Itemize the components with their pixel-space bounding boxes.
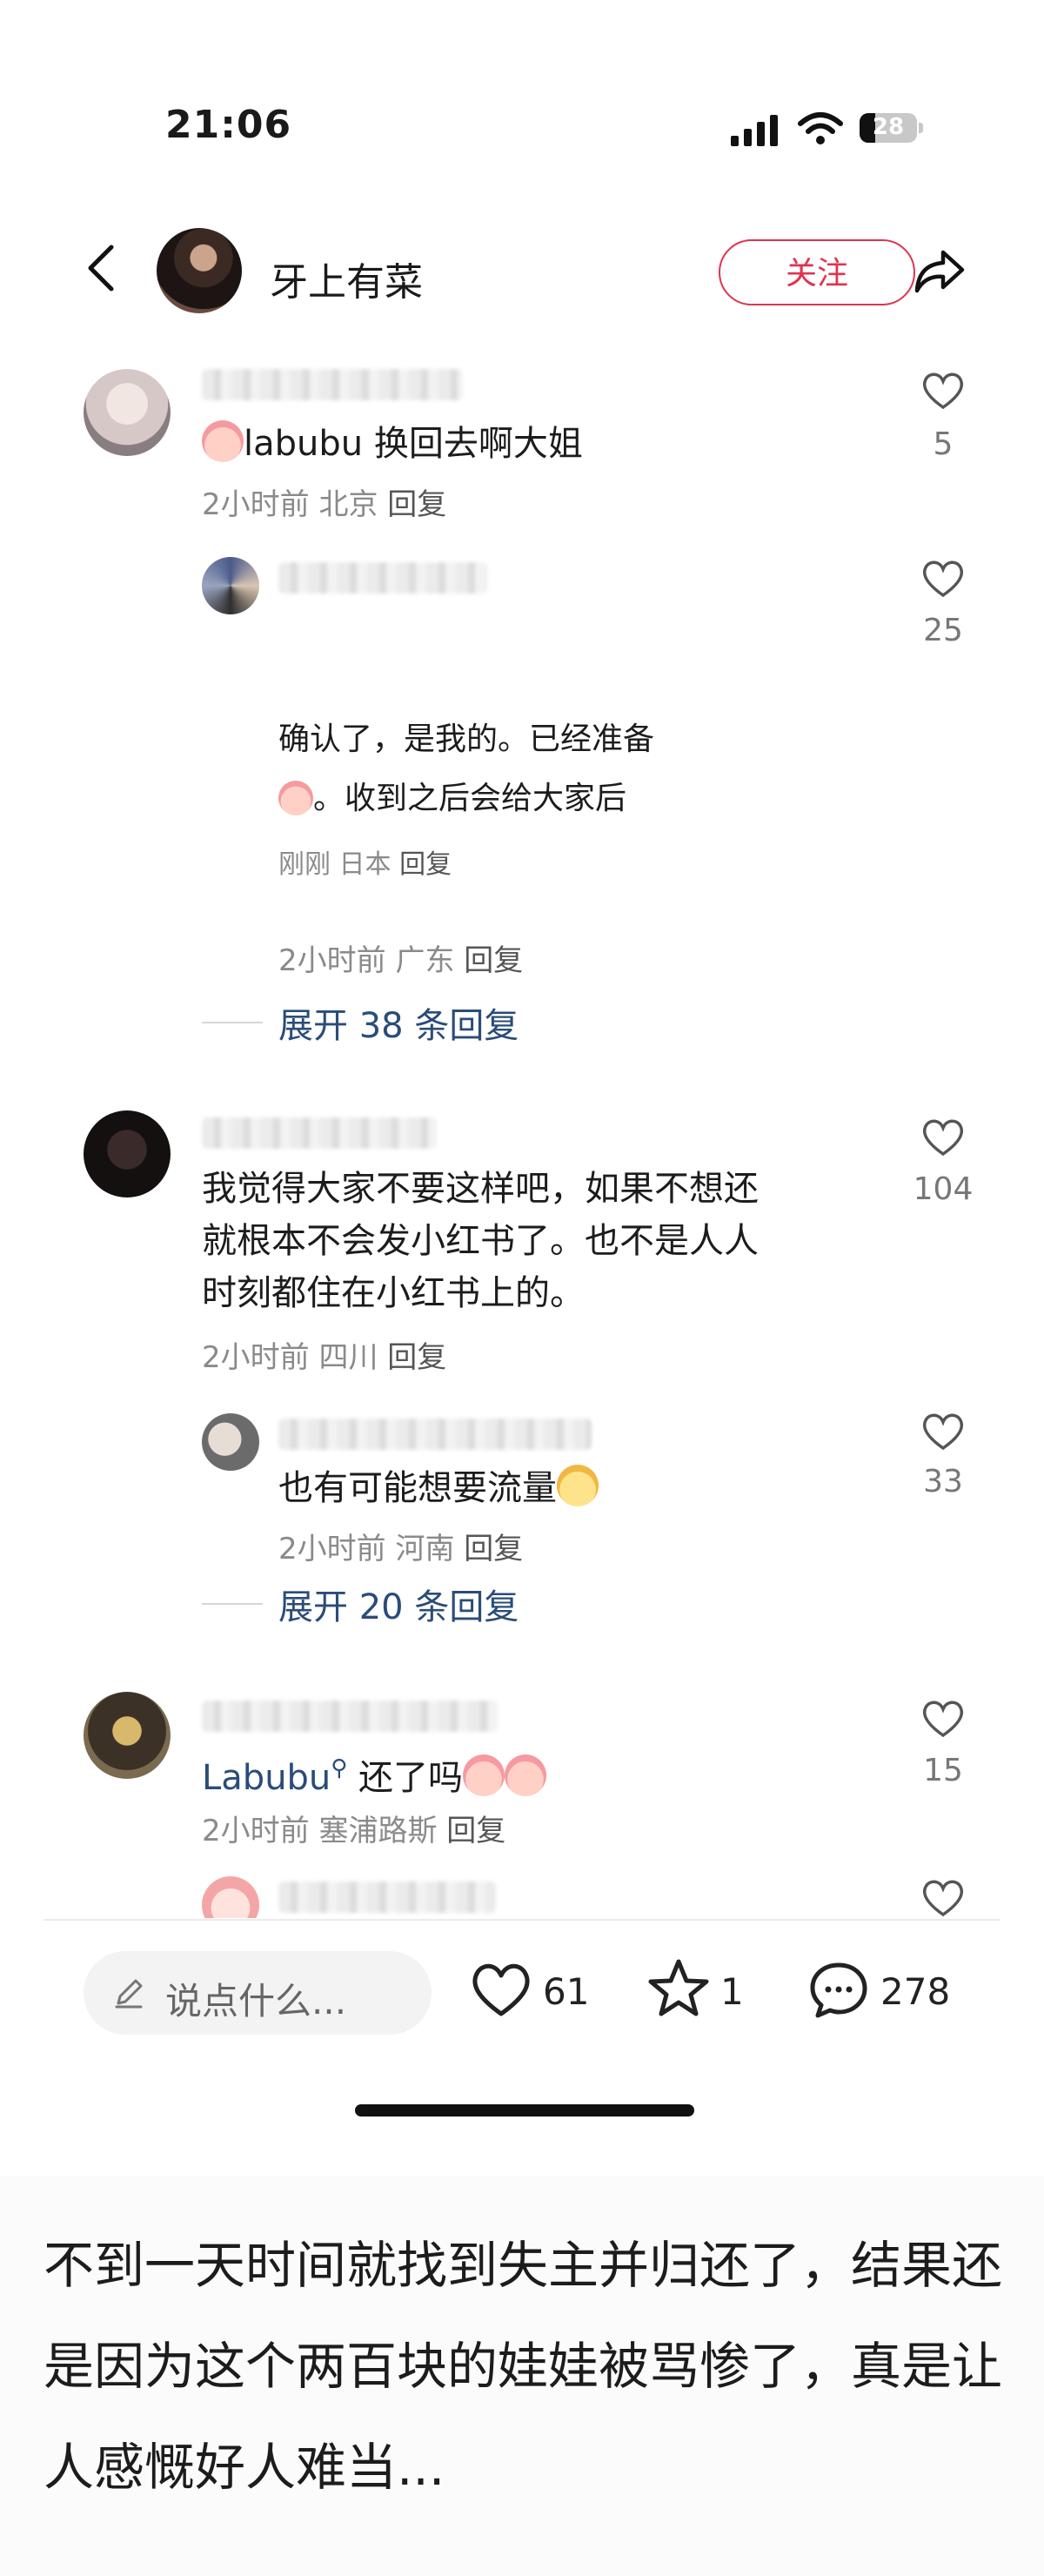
crying-emoji-icon: [202, 420, 244, 462]
heart-icon[interactable]: [920, 369, 966, 411]
quoted-image[interactable]: 确认了，是我的。已经准备 。收到之后会给大家后 刚刚 日本 回复: [278, 714, 670, 888]
pencil-icon: [115, 1979, 143, 2009]
crying-emoji-icon: [505, 1754, 547, 1796]
reply-location: 广东: [395, 943, 455, 978]
cellular-signal-icon: [731, 115, 780, 146]
comment-location: 塞浦路斯: [318, 1814, 438, 1848]
comment-meta: 2小时前 塞浦路斯 回复: [202, 1807, 505, 1849]
battery-level: 28: [872, 114, 905, 140]
back-arrow-icon[interactable]: [84, 244, 118, 292]
smiling-emoji-icon: [557, 1465, 599, 1506]
like-heart-icon[interactable]: [470, 1960, 532, 2019]
comment-time: 2小时前: [202, 1340, 310, 1375]
commenter-avatar[interactable]: [84, 369, 171, 456]
home-indicator[interactable]: [355, 2104, 694, 2116]
replier-avatar[interactable]: [202, 557, 259, 614]
author-avatar[interactable]: [157, 228, 242, 313]
reply-button[interactable]: 回复: [387, 1340, 446, 1375]
comment-meta: 2小时前 北京 回复: [202, 480, 446, 523]
comment-time: 2小时前: [202, 487, 310, 522]
comment-location: 四川: [318, 1340, 378, 1375]
comment-text-line: 就根本不会发小红书了。也不是人人: [202, 1221, 759, 1261]
heart-icon[interactable]: [920, 1697, 966, 1739]
status-time: 21:06: [165, 103, 292, 147]
battery-cap: [919, 123, 923, 133]
expand-divider: [202, 1022, 263, 1023]
comment-body: labubu 换回去啊大姐: [244, 424, 583, 464]
comment-bubble-icon[interactable]: [807, 1960, 870, 2019]
crying-emoji-icon: [463, 1754, 505, 1796]
phone-screen: 21:06 28 牙上有菜 关注 labubu 换回去啊大姐 2小时前 北京 回…: [0, 0, 1044, 2176]
author-name[interactable]: 牙上有菜: [270, 251, 423, 306]
replier-avatar[interactable]: [202, 1413, 259, 1471]
commenter-name-blurred[interactable]: [202, 1701, 498, 1732]
comment-text: labubu 换回去啊大姐: [202, 418, 583, 470]
article-caption: 不到一天时间就找到失主并归还了，结果还是因为这个两百块的娃娃被骂惨了，真是让人感…: [44, 2236, 1003, 2497]
expand-replies-button[interactable]: 展开 38 条回复: [278, 997, 519, 1048]
quoted-meta: 刚刚 日本 回复: [278, 842, 452, 881]
battery-icon: 28: [860, 113, 917, 143]
comment-location: 北京: [318, 487, 378, 522]
comment-count[interactable]: 278: [880, 1970, 950, 2013]
like-count: 5: [933, 426, 954, 462]
wifi-icon: [798, 112, 843, 144]
commenter-avatar[interactable]: [84, 1110, 171, 1197]
reply-text: 也有可能想要流量: [278, 1462, 599, 1514]
comment-text-line: 时刻都住在小红书上的。: [202, 1273, 585, 1313]
reply-button[interactable]: 回复: [446, 1814, 505, 1848]
commenter-name-blurred[interactable]: [202, 1117, 437, 1149]
heart-icon[interactable]: [920, 557, 966, 599]
comment-time: 2小时前: [202, 1814, 310, 1848]
expand-replies-button[interactable]: 展开 20 条回复: [278, 1579, 519, 1629]
quoted-line-text: 。收到之后会给大家后: [313, 781, 627, 816]
reply-button[interactable]: 回复: [387, 487, 446, 522]
quoted-time: 刚刚: [278, 849, 331, 880]
reply-button[interactable]: 回复: [464, 943, 523, 978]
peach-emoji-icon: [278, 781, 313, 815]
like-count-total[interactable]: 61: [543, 1970, 589, 2013]
reply-time: 2小时前: [278, 943, 386, 978]
reply-meta: 2小时前 广东 回复: [278, 936, 523, 979]
replier-name-blurred[interactable]: [278, 1419, 592, 1450]
heart-icon[interactable]: [920, 1116, 966, 1157]
search-icon: ⚲: [331, 1755, 348, 1781]
follow-button[interactable]: 关注: [719, 239, 915, 305]
like-count: 33: [923, 1464, 963, 1499]
comment-text: Labubu⚲ 还了吗: [202, 1742, 547, 1804]
quoted-line: 确认了，是我的。已经准备: [278, 721, 655, 757]
like-count: 25: [923, 613, 963, 648]
replier-name-blurred[interactable]: [278, 562, 487, 594]
reply-time: 2小时前: [278, 1532, 386, 1566]
heart-icon[interactable]: [920, 1876, 966, 1918]
like-count: 104: [913, 1171, 974, 1207]
like-count: 15: [923, 1753, 963, 1788]
star-icon[interactable]: [647, 1958, 710, 2017]
reply-button[interactable]: 回复: [464, 1532, 523, 1566]
bottom-bar-divider: [44, 1919, 1000, 1921]
star-count[interactable]: 1: [720, 1970, 744, 2013]
replier-name-blurred[interactable]: [278, 1882, 496, 1913]
expand-divider: [202, 1603, 263, 1605]
commenter-avatar[interactable]: [84, 1692, 171, 1779]
quoted-location: 日本: [338, 849, 392, 880]
reply-location: 河南: [395, 1532, 455, 1566]
reply-body: 也有可能想要流量: [278, 1468, 557, 1508]
next-reply-partial: [0, 1871, 1044, 1918]
mention-link[interactable]: Labubu: [202, 1758, 331, 1798]
heart-icon[interactable]: [920, 1410, 966, 1452]
reply-meta: 2小时前 河南 回复: [278, 1525, 523, 1567]
comment-text-line: 我觉得大家不要这样吧，如果不想还: [202, 1169, 759, 1209]
commenter-name-blurred[interactable]: [202, 369, 463, 400]
share-icon[interactable]: [912, 244, 967, 299]
comment-body: 还了吗: [358, 1758, 464, 1798]
comment-input-placeholder[interactable]: 说点什么...: [165, 1972, 346, 2025]
quoted-reply: 回复: [399, 849, 452, 880]
comment-meta: 2小时前 四川 回复: [202, 1333, 446, 1376]
quoted-line: 。收到之后会给大家后: [278, 773, 626, 825]
replier-avatar[interactable]: [202, 1876, 259, 1918]
